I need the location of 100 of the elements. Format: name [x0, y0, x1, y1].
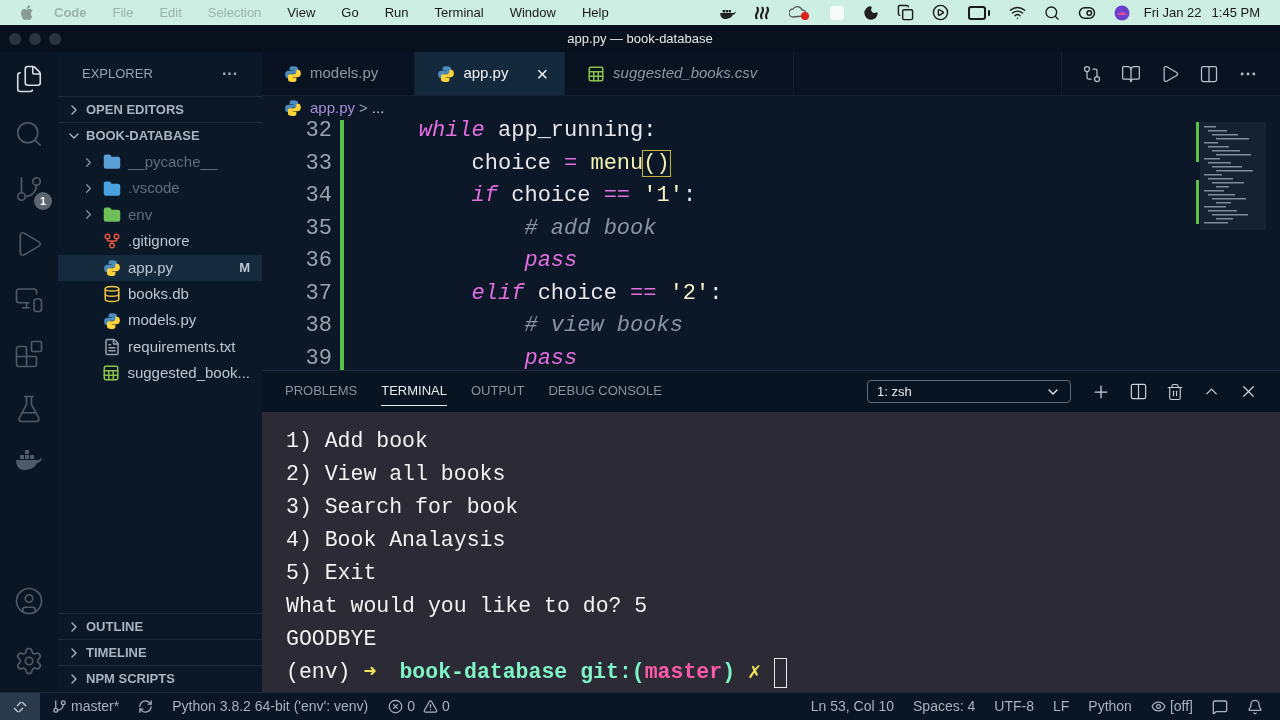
remote-button[interactable] [0, 693, 40, 720]
status-item[interactable]: Ln 53, Col 10 [810, 696, 895, 717]
menu-item[interactable]: Run [384, 2, 409, 23]
terminal-select[interactable]: 1: zsh [867, 380, 1071, 403]
eye-icon [1150, 699, 1166, 714]
code-line: # add book [523, 214, 658, 243]
python-icon [284, 99, 302, 117]
split-editor-icon[interactable] [1199, 63, 1219, 84]
terminal-line: 1) Add book [286, 428, 429, 455]
file-tree-item[interactable]: suggested_book... [58, 360, 262, 387]
breadcrumb-item[interactable]: app.py [310, 96, 356, 120]
preview-icon[interactable] [1121, 63, 1141, 84]
line-number: 32 [305, 120, 332, 145]
settings-icon[interactable] [14, 646, 44, 676]
code-line: if choice == '1': [470, 182, 698, 210]
branch-icon [52, 699, 67, 714]
database-icon [103, 285, 121, 304]
editor-tab[interactable]: suggested_books.csv [565, 52, 795, 95]
sync-icon[interactable] [138, 699, 154, 714]
terminal-line: GOODBYE [286, 626, 378, 653]
trash-icon[interactable] [1166, 382, 1184, 401]
file-tree-item[interactable]: requirements.txt [58, 333, 262, 361]
live-share-button[interactable]: [off] [1150, 696, 1193, 717]
cloud-icon[interactable] [788, 4, 811, 21]
menu-time[interactable]: 1:45 PM [1211, 2, 1260, 23]
terminal-line: 3) Search for book [286, 494, 520, 521]
orb-icon[interactable] [1113, 4, 1130, 21]
explorer-title: EXPLORER [82, 65, 153, 84]
bell-icon[interactable] [1247, 698, 1263, 715]
problems-button[interactable]: 0 0 [388, 696, 450, 717]
panel-tab[interactable]: DEBUG CONSOLE [548, 377, 662, 406]
split-terminal-icon[interactable] [1129, 382, 1148, 401]
extensions-icon[interactable] [14, 339, 44, 369]
spreadsheet-icon [587, 64, 606, 83]
remote-icon [13, 699, 27, 714]
folder-icon [103, 179, 121, 198]
panel-tab[interactable]: TERMINAL [381, 377, 447, 406]
line-number: 33 [305, 149, 332, 178]
line-number: 34 [305, 182, 332, 210]
branch-button[interactable]: master* [52, 696, 120, 717]
git-icon [103, 232, 121, 251]
compare-changes-icon[interactable] [1082, 63, 1102, 84]
modified-label: M [239, 259, 250, 277]
python-icon [284, 64, 302, 83]
file-tree-item[interactable]: app.py M [58, 254, 262, 281]
close-tab-button[interactable]: × [536, 63, 549, 84]
file-tree-item[interactable]: books.db [58, 280, 262, 308]
python-icon [103, 258, 121, 277]
window-title: app.py — book-database [567, 29, 713, 48]
folder-icon [103, 205, 121, 224]
python-icon [103, 311, 121, 330]
terminal-line: (env) ➜ book-database git:(master) ✗ [286, 656, 1280, 689]
bars-icon[interactable] [754, 5, 771, 20]
interpreter-button[interactable]: Python 3.8.2 64-bit ('env': venv) [172, 696, 369, 717]
status-item[interactable]: LF [1052, 696, 1070, 717]
status-item[interactable]: UTF-8 [994, 696, 1034, 717]
moon-icon[interactable] [862, 4, 879, 21]
text-file-icon [103, 337, 121, 356]
menu-item[interactable]: Terminal [434, 2, 484, 23]
terminal-line: 2) View all books [286, 461, 507, 488]
code-line: choice = menu() [470, 149, 671, 178]
code-line: elif choice == '2': [470, 279, 723, 308]
warning-icon [423, 699, 439, 714]
account-icon[interactable] [14, 586, 44, 616]
status-item[interactable]: Spaces: 4 [913, 696, 976, 717]
search-icon[interactable] [1043, 4, 1060, 21]
menu-date[interactable]: Fri Jan 22 [1143, 2, 1202, 23]
feedback-icon[interactable] [1212, 698, 1228, 715]
windows-icon[interactable] [896, 4, 914, 21]
wifi-icon[interactable] [1008, 4, 1026, 21]
spreadsheet-icon [102, 364, 121, 383]
code-line: pass [523, 344, 579, 370]
code-line: while app_running: [417, 120, 658, 145]
code-line: # view books [523, 312, 684, 340]
menu-item[interactable]: Help [581, 2, 609, 23]
breadcrumb-item[interactable]: ... [371, 96, 385, 120]
more-actions-button[interactable]: ··· [222, 62, 238, 86]
python-icon [437, 64, 456, 83]
terminal-line: 4) Book Analaysis [286, 527, 507, 554]
line-number: 37 [305, 279, 332, 308]
line-number: 35 [305, 214, 332, 243]
panel-tab[interactable]: PROBLEMS [285, 377, 358, 406]
line-number: 39 [305, 344, 332, 370]
files-icon[interactable] [14, 64, 44, 94]
folder-icon [103, 153, 121, 172]
source-control-icon[interactable] [14, 174, 44, 204]
file-tree-item[interactable]: .gitignore [58, 228, 262, 255]
file-tree-item[interactable]: models.py [58, 307, 262, 334]
play-circle-icon[interactable] [931, 4, 949, 21]
code-line: pass [523, 247, 579, 275]
menu-item[interactable]: View [287, 2, 316, 23]
line-number: 38 [305, 312, 332, 340]
editor-tab[interactable]: app.py × [415, 52, 566, 95]
count-badge: 1 [34, 192, 52, 210]
menu-item[interactable]: Window [509, 2, 556, 23]
terminal-line: 5) Exit [286, 560, 378, 587]
breadcrumb-separator: > [359, 97, 368, 118]
panel-tab[interactable]: OUTPUT [471, 377, 525, 406]
status-item[interactable]: Python [1088, 696, 1132, 717]
menu-item[interactable]: Go [341, 2, 359, 23]
